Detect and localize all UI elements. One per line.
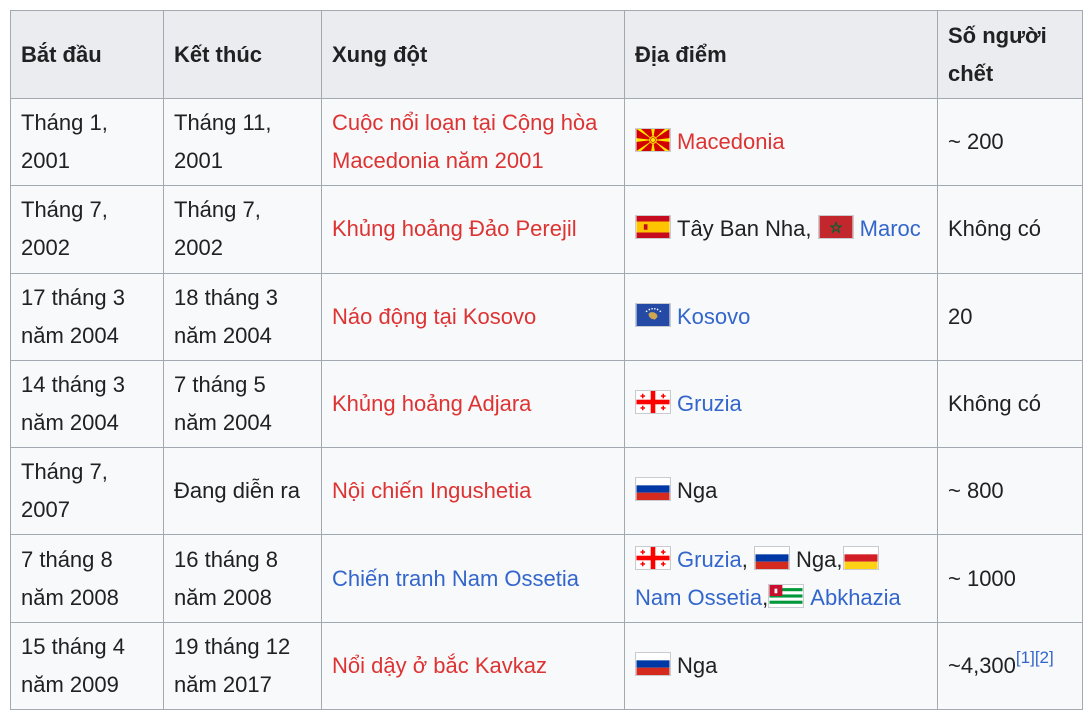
conflict-link[interactable]: Cuộc nổi loạn tại Cộng hòa Macedonia năm… bbox=[332, 110, 597, 173]
cell-deaths: ~ 200 bbox=[937, 97, 1083, 187]
cell-end: Tháng 7, 2002 bbox=[163, 185, 322, 274]
cell-deaths: 20 bbox=[937, 272, 1083, 361]
cell-conflict: Khủng hoảng Adjara bbox=[321, 359, 625, 449]
cell-location: Nga bbox=[624, 621, 938, 711]
table-row: Tháng 1, 2001 Tháng 11, 2001 Cuộc nổi loạn… bbox=[10, 97, 1083, 187]
cell-end: 7 tháng 5 năm 2004 bbox=[163, 359, 322, 449]
deaths-value: ~4,300 bbox=[948, 652, 1016, 678]
table-row: Tháng 7, 2002 Tháng 7, 2002 Khủng hoảng Đả… bbox=[10, 185, 1083, 274]
header-conflict[interactable]: Xung đột bbox=[321, 10, 625, 99]
cell-start: Tháng 7, 2002 bbox=[10, 185, 164, 274]
cell-start: Tháng 7, 2007 bbox=[10, 447, 164, 536]
location-name: Nga bbox=[796, 546, 837, 572]
cell-location: Tây Ban Nha, Maroc bbox=[624, 185, 938, 274]
reference-superscript: [2] bbox=[1035, 648, 1054, 667]
header-deaths[interactable]: Số người chết bbox=[937, 10, 1083, 99]
header-location[interactable]: Địa điểm bbox=[624, 10, 938, 99]
header-row: Bắt đầu Kết thúc Xung đột Địa điểm Số ng… bbox=[10, 10, 1083, 99]
cell-conflict: Cuộc nổi loạn tại Cộng hòa Macedonia năm… bbox=[321, 97, 625, 187]
conflict-link[interactable]: Náo động tại Kosovo bbox=[332, 304, 536, 329]
reference-superscript: [1] bbox=[1016, 648, 1035, 667]
cell-deaths: ~4,300[1][2] bbox=[937, 621, 1083, 711]
deaths-value: Không có bbox=[948, 390, 1041, 416]
conflict-link[interactable]: Nội chiến Ingushetia bbox=[332, 478, 531, 503]
cell-start: 15 tháng 4 năm 2009 bbox=[10, 621, 164, 711]
header-start[interactable]: Bắt đầu bbox=[10, 10, 164, 99]
cell-start: 7 tháng 8 năm 2008 bbox=[10, 534, 164, 623]
cell-deaths: ~ 800 bbox=[937, 447, 1083, 536]
header-end[interactable]: Kết thúc bbox=[163, 10, 322, 99]
cell-location: Kosovo bbox=[624, 272, 938, 361]
cell-conflict: Nội chiến Ingushetia bbox=[321, 447, 625, 536]
cell-start: 14 tháng 3 năm 2004 bbox=[10, 359, 164, 449]
russia-flag-icon bbox=[754, 545, 791, 570]
location-link[interactable]: Kosovo bbox=[677, 304, 750, 329]
cell-end: Đang diễn ra bbox=[163, 447, 322, 536]
cell-end: 16 tháng 8 năm 2008 bbox=[163, 534, 322, 623]
conflicts-table: Bắt đầu Kết thúc Xung đột Địa điểm Số ng… bbox=[10, 10, 1083, 711]
cell-deaths: ~ 1000 bbox=[937, 534, 1083, 623]
location-name: Nga bbox=[677, 478, 718, 504]
location-link[interactable]: Macedonia bbox=[677, 129, 785, 154]
cell-deaths: Không có bbox=[937, 185, 1083, 274]
cell-location: Macedonia bbox=[624, 97, 938, 187]
reference-link[interactable]: [1] bbox=[1016, 648, 1035, 667]
cell-conflict: Nổi dậy ở bắc Kavkaz bbox=[321, 621, 625, 711]
location-link[interactable]: Gruzia bbox=[677, 547, 742, 572]
conflict-link[interactable]: Khủng hoảng Adjara bbox=[332, 391, 531, 416]
cell-start: Tháng 1, 2001 bbox=[10, 97, 164, 187]
cell-deaths: Không có bbox=[937, 359, 1083, 449]
location-name: Tây Ban Nha bbox=[677, 216, 806, 242]
conflict-link[interactable]: Nổi dậy ở bắc Kavkaz bbox=[332, 653, 547, 678]
cell-conflict: Khủng hoảng Đảo Perejil bbox=[321, 185, 625, 274]
table-row: 15 tháng 4 năm 2009 19 tháng 12 năm 2017 N… bbox=[10, 621, 1083, 711]
table-row: 14 tháng 3 năm 2004 7 tháng 5 năm 2004 Khủ… bbox=[10, 359, 1083, 449]
kosovo-flag-icon bbox=[635, 302, 671, 327]
georgia-flag-icon bbox=[635, 389, 671, 414]
russia-flag-icon bbox=[635, 651, 671, 676]
spain-flag-icon bbox=[635, 215, 671, 240]
cell-location: Nga bbox=[624, 447, 938, 536]
cell-location: Gruzia, Nga, Nam Ossetia, Abkhazia bbox=[624, 534, 938, 623]
cell-end: 18 tháng 3 năm 2004 bbox=[163, 272, 322, 361]
table-row: 17 tháng 3 năm 2004 18 tháng 3 năm 2004 Ná… bbox=[10, 272, 1083, 361]
cell-location: Gruzia bbox=[624, 359, 938, 449]
cell-start: 17 tháng 3 năm 2004 bbox=[10, 272, 164, 361]
south-ossetia-flag-icon bbox=[842, 545, 879, 570]
table-row: Tháng 7, 2007 Đang diễn ra Nội chiến Ingus… bbox=[10, 447, 1083, 536]
cell-end: Tháng 11, 2001 bbox=[163, 97, 322, 187]
deaths-value: 20 bbox=[948, 303, 973, 329]
table-row: 7 tháng 8 năm 2008 16 tháng 8 năm 2008 Chi… bbox=[10, 534, 1083, 623]
conflict-link[interactable]: Khủng hoảng Đảo Perejil bbox=[332, 216, 577, 241]
morocco-flag-icon bbox=[817, 215, 854, 240]
deaths-value: ~ 1000 bbox=[948, 565, 1016, 591]
location-name: Nga bbox=[677, 652, 718, 678]
location-link[interactable]: Maroc bbox=[860, 216, 921, 241]
location-link[interactable]: Nam Ossetia bbox=[635, 585, 762, 610]
cell-conflict: Náo động tại Kosovo bbox=[321, 272, 625, 361]
deaths-value: ~ 200 bbox=[948, 129, 1004, 155]
abkhazia-flag-icon bbox=[768, 583, 805, 608]
macedonia-flag-icon bbox=[635, 128, 671, 153]
reference-link[interactable]: [2] bbox=[1035, 648, 1054, 667]
location-link[interactable]: Gruzia bbox=[677, 391, 742, 416]
conflict-link[interactable]: Chiến tranh Nam Ossetia bbox=[332, 566, 579, 591]
separator: , bbox=[741, 546, 755, 572]
separator: , bbox=[805, 216, 818, 242]
georgia-flag-icon bbox=[635, 545, 671, 570]
deaths-value: Không có bbox=[948, 216, 1041, 242]
location-link[interactable]: Abkhazia bbox=[810, 585, 901, 610]
deaths-value: ~ 800 bbox=[948, 478, 1004, 504]
russia-flag-icon bbox=[635, 477, 671, 502]
cell-end: 19 tháng 12 năm 2017 bbox=[163, 621, 322, 711]
cell-conflict: Chiến tranh Nam Ossetia bbox=[321, 534, 625, 623]
